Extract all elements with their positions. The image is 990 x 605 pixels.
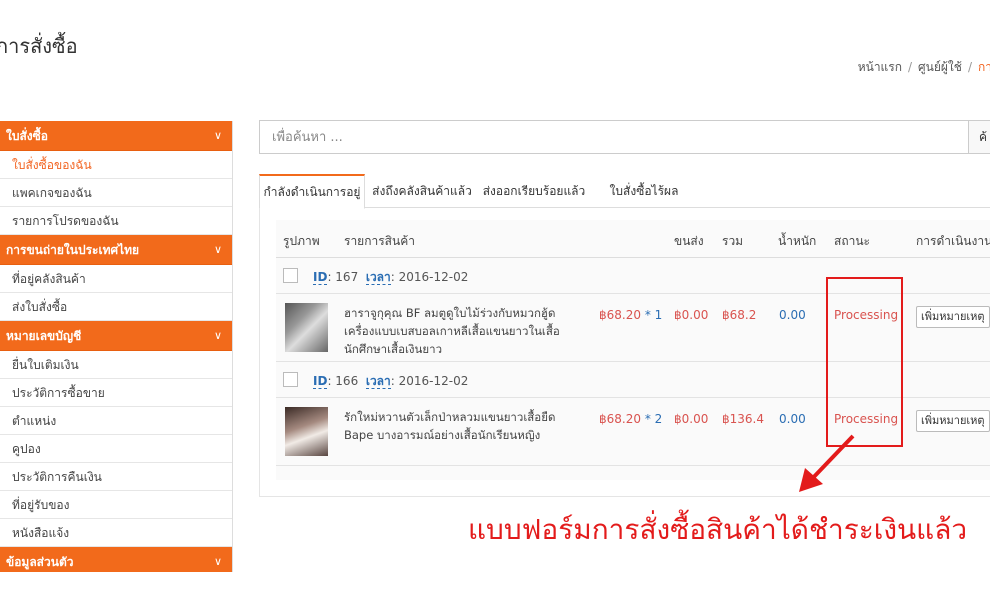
chevron-down-icon: ∨: [213, 243, 222, 256]
chevron-down-icon: ∨: [213, 329, 222, 342]
weight-value: 0.00: [779, 412, 806, 426]
time-label: เวลา: [365, 270, 391, 285]
total-cost: ฿68.2: [722, 308, 757, 322]
sidebar-section-label: ข้อมูลส่วนตัว: [6, 555, 74, 569]
sidebar-item-transactions[interactable]: ประวัติการซื้อขาย: [0, 379, 232, 407]
shipping-cost: ฿0.00: [674, 308, 709, 322]
tab-shipped[interactable]: ส่งออกเรียบร้อยแล้ว: [479, 174, 589, 208]
sidebar-item-warehouse-address[interactable]: ที่อยู่คลังสินค้า: [0, 265, 232, 293]
sidebar-item-position[interactable]: ตำแหน่ง: [0, 407, 232, 435]
unit-price: ฿68.20: [599, 308, 641, 322]
sidebar-item-refunds[interactable]: ประวัติการคืนเงิน: [0, 463, 232, 491]
product-name[interactable]: ฮาราจูกุคุณ BF ลมตูดูใบไม้ร่วงกับหมวกฮู้…: [344, 304, 584, 358]
sidebar-item-coupons[interactable]: คูปอง: [0, 435, 232, 463]
sidebar-item-addresses[interactable]: ที่อยู่รับของ: [0, 491, 232, 519]
order-checkbox[interactable]: [283, 268, 298, 283]
col-shipping: ขนส่ง: [674, 234, 704, 248]
breadcrumb-current: กา: [977, 60, 990, 74]
breadcrumb: หน้าแรก / ศูนย์ผู้ใช้ / กา: [857, 60, 990, 74]
col-actions: การดำเนินงาน: [916, 234, 990, 248]
product-image[interactable]: [285, 303, 328, 352]
product-price: ฿68.20 * 2: [599, 412, 662, 426]
sidebar-item-my-packages[interactable]: แพคเกจของฉัน: [0, 179, 232, 207]
order-time: : 2016-12-02: [390, 270, 469, 284]
sidebar-item-submit-order[interactable]: ส่งใบสั่งซื้อ: [0, 293, 232, 321]
order-id: : 166: [327, 374, 359, 388]
order-id-time: ID: 167 เวลา: 2016-12-02: [313, 268, 468, 287]
tab-processing[interactable]: กำลังดำเนินการอยู่: [259, 174, 365, 209]
order-id-time: ID: 166 เวลา: 2016-12-02: [313, 372, 468, 391]
sidebar-section-orders[interactable]: ใบสั่งซื้อ ∨: [0, 121, 232, 151]
total-cost: ฿136.4: [722, 412, 764, 426]
shipping-cost: ฿0.00: [674, 412, 709, 426]
annotation-arrow-icon: [799, 434, 855, 492]
col-image: รูปภาพ: [283, 234, 320, 248]
product-image[interactable]: [285, 407, 328, 456]
search-button[interactable]: ค้: [968, 120, 990, 154]
id-label: ID: [313, 374, 328, 389]
sidebar-section-label: ใบสั่งซื้อ: [6, 129, 49, 143]
chevron-down-icon: ∨: [213, 555, 222, 568]
sidebar-item-topup[interactable]: ยื่นใบเติมเงิน: [0, 351, 232, 379]
table-header: รูปภาพ รายการสินค้า ขนส่ง รวม น้ำหนัก สถ…: [276, 220, 990, 258]
col-status: สถานะ: [834, 234, 870, 248]
order-checkbox[interactable]: [283, 372, 298, 387]
sidebar-item-my-orders[interactable]: ใบสั่งซื้อของฉัน: [0, 151, 232, 179]
product-name[interactable]: รักใหม่หวานตัวเล็กป่าหลวมแขนยาวเสื้อยืด …: [344, 408, 584, 444]
sidebar-item-notices[interactable]: หนังสือแจ้ง: [0, 519, 232, 547]
sidebar-section-account[interactable]: หมายเลขบัญชี ∨: [0, 321, 232, 351]
sidebar: ใบสั่งซื้อ ∨ ใบสั่งซื้อของฉัน แพคเกจของฉ…: [0, 121, 233, 572]
breadcrumb-user-center[interactable]: ศูนย์ผู้ใช้: [918, 60, 962, 74]
add-note-button[interactable]: เพิ่มหมายเหตุ: [916, 410, 990, 432]
product-price: ฿68.20 * 1: [599, 308, 662, 322]
col-total: รวม: [722, 234, 744, 248]
weight-value: 0.00: [779, 308, 806, 322]
quantity: * 2: [641, 412, 663, 426]
sidebar-section-label: หมายเลขบัญชี: [6, 329, 82, 343]
sidebar-section-profile[interactable]: ข้อมูลส่วนตัว ∨: [0, 547, 232, 572]
page-title: การสั่งซื้อ: [0, 34, 78, 58]
time-label: เวลา: [365, 374, 391, 389]
breadcrumb-home[interactable]: หน้าแรก: [858, 60, 902, 74]
order-id: : 167: [327, 270, 359, 284]
sidebar-section-label: การขนถ่ายในประเทศไทย: [6, 243, 140, 257]
tab-arrived-warehouse[interactable]: ส่งถึงคลังสินค้าแล้ว: [367, 174, 477, 208]
col-product: รายการสินค้า: [344, 234, 415, 248]
col-weight: น้ำหนัก: [778, 234, 817, 248]
sidebar-item-favorites[interactable]: รายการโปรดของฉัน: [0, 207, 232, 235]
tab-invalid-orders[interactable]: ใบสั่งซื้อไร้ผล: [594, 174, 694, 208]
status-highlight-box: [826, 277, 903, 447]
order-tabs: กำลังดำเนินการอยู่ ส่งถึงคลังสินค้าแล้ว …: [259, 174, 990, 209]
quantity: * 1: [641, 308, 663, 322]
add-note-button[interactable]: เพิ่มหมายเหตุ: [916, 306, 990, 328]
search-input[interactable]: [260, 121, 970, 153]
unit-price: ฿68.20: [599, 412, 641, 426]
id-label: ID: [313, 270, 328, 285]
chevron-down-icon: ∨: [213, 129, 222, 142]
order-time: : 2016-12-02: [390, 374, 469, 388]
search-bar: ค้: [259, 120, 990, 154]
sidebar-section-shipping[interactable]: การขนถ่ายในประเทศไทย ∨: [0, 235, 232, 265]
annotation-caption: แบบฟอร์มการสั่งซื้อสินค้าได้ชำระเงินแล้ว: [468, 513, 968, 546]
